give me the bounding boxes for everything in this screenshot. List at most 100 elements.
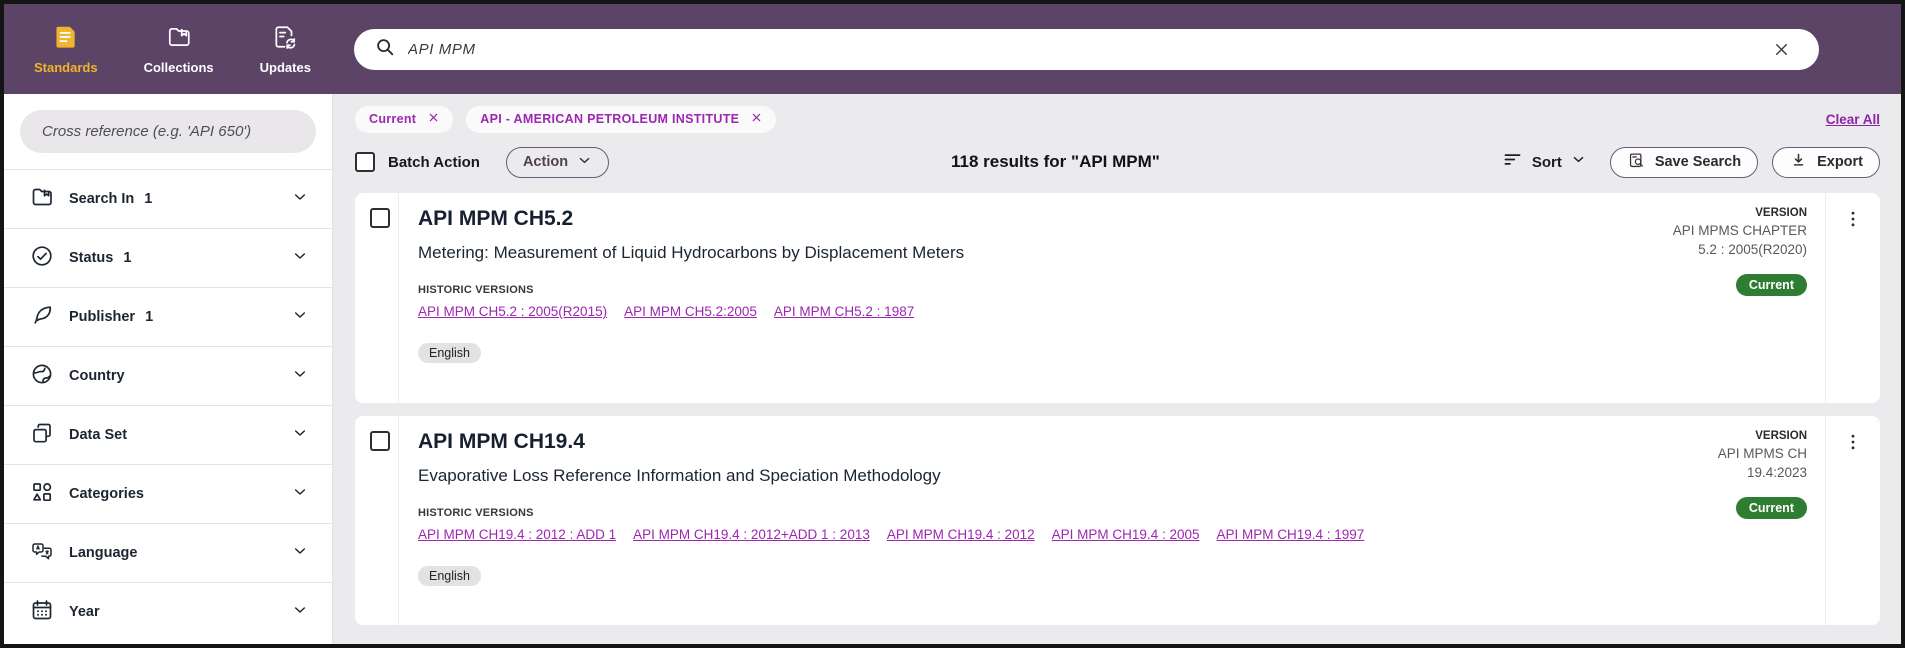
globe-icon	[30, 362, 54, 391]
historic-versions-links: API MPM CH5.2 : 2005(R2015) API MPM CH5.…	[418, 304, 1575, 319]
filter-label: Status	[69, 250, 113, 266]
chevron-down-icon	[292, 189, 308, 210]
result-subtitle: Evaporative Loss Reference Information a…	[418, 466, 1575, 486]
language-tag: English	[418, 343, 481, 363]
chip-label: API - AMERICAN PETROLEUM INSTITUTE	[480, 112, 739, 126]
historic-version-link[interactable]: API MPM CH5.2:2005	[624, 304, 757, 319]
feather-icon	[30, 303, 54, 332]
sidebar-item-language[interactable]: Language	[4, 523, 332, 582]
save-search-icon	[1627, 151, 1646, 174]
export-button[interactable]: Export	[1772, 147, 1880, 178]
folder-bookmark-icon	[30, 185, 54, 214]
chip-remove-icon[interactable]	[428, 112, 439, 126]
sidebar-item-data-set[interactable]: Data Set	[4, 405, 332, 464]
results-toolbar: Batch Action Action 118 results for "API…	[355, 145, 1880, 179]
sort-lines-icon	[1502, 149, 1523, 175]
card-select-column	[355, 193, 399, 403]
kebab-menu-icon[interactable]	[1843, 209, 1863, 231]
results-main: Current API - AMERICAN PETROLEUM INSTITU…	[333, 94, 1901, 644]
cross-reference-input[interactable]	[20, 110, 316, 153]
historic-versions-label: HISTORIC VERSIONS	[418, 507, 1575, 519]
historic-version-link[interactable]: API MPM CH19.4 : 2012	[887, 527, 1035, 542]
chevron-down-icon	[1571, 152, 1586, 172]
tab-standards[interactable]: Standards	[34, 24, 98, 75]
card-menu-column	[1825, 193, 1880, 403]
filter-chip-current[interactable]: Current	[355, 106, 453, 133]
sidebar-item-publisher[interactable]: Publisher 1	[4, 287, 332, 346]
kebab-menu-icon[interactable]	[1843, 432, 1863, 454]
sort-label: Sort	[1532, 154, 1562, 171]
historic-version-link[interactable]: API MPM CH5.2 : 2005(R2015)	[418, 304, 607, 319]
filter-label: Publisher	[69, 309, 135, 325]
historic-version-link[interactable]: API MPM CH19.4 : 1997	[1217, 527, 1365, 542]
chevron-down-icon	[577, 153, 592, 172]
sidebar-item-categories[interactable]: Categories	[4, 464, 332, 523]
historic-versions-links: API MPM CH19.4 : 2012 : ADD 1 API MPM CH…	[418, 527, 1575, 542]
sidebar-item-search-in[interactable]: Search In 1	[4, 169, 332, 228]
sidebar-item-year[interactable]: Year	[4, 582, 332, 641]
chevron-down-icon	[292, 543, 308, 564]
result-select-checkbox[interactable]	[370, 431, 390, 451]
chevron-down-icon	[292, 602, 308, 623]
check-circle-icon	[30, 244, 54, 273]
action-dropdown-button[interactable]: Action	[506, 147, 609, 178]
folder-bookmark-icon	[166, 24, 192, 55]
app-header: Standards Collections Updates	[4, 4, 1901, 94]
version-label: VERSION	[1755, 430, 1807, 442]
result-select-checkbox[interactable]	[370, 208, 390, 228]
tab-label: Updates	[260, 60, 311, 75]
card-content: API MPM CH5.2 Metering: Measurement of L…	[399, 193, 1585, 403]
cross-reference-wrap	[4, 94, 332, 169]
chip-label: Current	[369, 112, 416, 126]
batch-action-label: Batch Action	[388, 154, 480, 171]
version-label: VERSION	[1755, 207, 1807, 219]
historic-version-link[interactable]: API MPM CH5.2 : 1987	[774, 304, 914, 319]
historic-version-link[interactable]: API MPM CH19.4 : 2005	[1052, 527, 1200, 542]
primary-nav: Standards Collections Updates	[4, 4, 311, 94]
historic-version-link[interactable]: API MPM CH19.4 : 2012+ADD 1 : 2013	[633, 527, 870, 542]
active-filters-row: Current API - AMERICAN PETROLEUM INSTITU…	[355, 105, 1880, 133]
chevron-down-icon	[292, 307, 308, 328]
shapes-icon	[30, 480, 54, 509]
sort-control[interactable]: Sort	[1502, 149, 1586, 175]
batch-action-checkbox[interactable]	[355, 152, 375, 172]
historic-version-link[interactable]: API MPM CH19.4 : 2012 : ADD 1	[418, 527, 616, 542]
chevron-down-icon	[292, 366, 308, 387]
filter-label: Language	[69, 545, 137, 561]
result-card: API MPM CH19.4 Evaporative Loss Referenc…	[355, 416, 1880, 625]
tab-updates[interactable]: Updates	[260, 24, 311, 75]
filter-count: 1	[144, 191, 152, 207]
search-icon	[374, 36, 396, 63]
status-badge: Current	[1736, 274, 1807, 296]
status-badge: Current	[1736, 497, 1807, 519]
chevron-down-icon	[292, 484, 308, 505]
page-body: Search In 1 Status 1 Publisher 1	[4, 94, 1901, 644]
action-button-label: Action	[523, 154, 568, 170]
version-line: API MPMS CH	[1718, 446, 1807, 461]
standards-doc-icon	[53, 24, 79, 55]
doc-refresh-icon	[272, 24, 298, 55]
pages-icon	[30, 421, 54, 450]
sidebar-item-status[interactable]: Status 1	[4, 228, 332, 287]
clear-all-link[interactable]: Clear All	[1826, 112, 1880, 127]
version-line: API MPMS CHAPTER	[1673, 223, 1807, 238]
translate-icon	[30, 539, 54, 568]
download-icon	[1789, 151, 1808, 174]
search-input[interactable]	[408, 41, 1772, 58]
search-clear-icon[interactable]	[1772, 40, 1791, 59]
calendar-icon	[30, 598, 54, 627]
sidebar-item-country[interactable]: Country	[4, 346, 332, 405]
tab-collections[interactable]: Collections	[144, 24, 214, 75]
chevron-down-icon	[292, 248, 308, 269]
filter-label: Country	[69, 368, 125, 384]
result-title[interactable]: API MPM CH19.4	[418, 430, 1575, 454]
filter-label: Categories	[69, 486, 144, 502]
chip-remove-icon[interactable]	[751, 112, 762, 126]
card-version-block: VERSION API MPMS CHAPTER 5.2 : 2005(R202…	[1585, 193, 1825, 403]
result-title[interactable]: API MPM CH5.2	[418, 207, 1575, 231]
export-label: Export	[1817, 154, 1863, 170]
save-search-button[interactable]: Save Search	[1610, 147, 1758, 178]
result-card: API MPM CH5.2 Metering: Measurement of L…	[355, 193, 1880, 403]
filter-count: 1	[145, 309, 153, 325]
filter-chip-publisher[interactable]: API - AMERICAN PETROLEUM INSTITUTE	[466, 106, 776, 133]
